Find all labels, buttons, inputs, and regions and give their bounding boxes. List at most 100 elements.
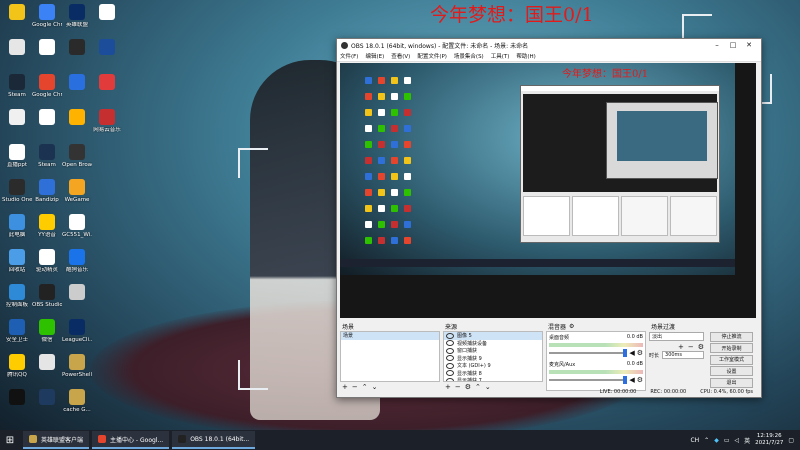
tray-shield-icon[interactable]: ◆ bbox=[714, 437, 719, 444]
speaker-icon[interactable]: ◀ bbox=[629, 349, 634, 357]
volume-slider[interactable] bbox=[549, 349, 628, 357]
desktop-icon[interactable]: Google Chrome bbox=[32, 72, 62, 110]
control-button[interactable]: 停止推流 bbox=[710, 331, 753, 342]
sources-list[interactable]: 图像 5 视频捕获设备 窗口捕获 显示捕获 9 文本 (GDI+) 9 显示捕获 8 显示捕… bbox=[443, 331, 543, 382]
desktop-icon[interactable] bbox=[32, 352, 62, 390]
visibility-eye-icon[interactable] bbox=[446, 340, 454, 347]
desktop-icon[interactable]: Steam bbox=[32, 142, 62, 180]
desktop-icon[interactable]: 安全卫士 bbox=[2, 317, 32, 355]
menu-item[interactable]: 查看(V) bbox=[391, 52, 410, 60]
desktop-icon[interactable] bbox=[2, 107, 32, 145]
close-icon[interactable]: ✕ bbox=[741, 41, 757, 49]
desktop-icon[interactable]: WeGame bbox=[62, 177, 92, 215]
desktop-icon[interactable] bbox=[32, 107, 62, 145]
desktop-icon[interactable] bbox=[92, 72, 122, 110]
source-item[interactable]: 显示捕获 9 bbox=[444, 355, 542, 363]
desktop-icon[interactable] bbox=[62, 72, 92, 110]
visibility-eye-icon[interactable] bbox=[446, 347, 454, 354]
desktop-icon[interactable] bbox=[2, 387, 32, 425]
desktop-icon[interactable]: 驱动精灵 bbox=[32, 247, 62, 285]
menu-item[interactable]: 编辑(E) bbox=[365, 52, 384, 60]
desktop-icon[interactable] bbox=[62, 282, 92, 320]
tray-network-icon[interactable]: ▭ bbox=[724, 437, 730, 444]
volume-knob[interactable] bbox=[623, 376, 628, 384]
desktop-icon[interactable]: 回收站 bbox=[2, 247, 32, 285]
channel-gear-icon[interactable]: ⚙ bbox=[637, 349, 643, 357]
mixer-gear-icon[interactable]: ⚙ bbox=[569, 323, 574, 330]
control-button[interactable]: 退出 bbox=[710, 377, 753, 388]
desktop-icon[interactable]: OBS Studio bbox=[32, 282, 62, 320]
control-button[interactable]: 工作室模式 bbox=[710, 354, 753, 365]
tray-lang[interactable]: CH bbox=[690, 437, 699, 444]
desktop-icon[interactable] bbox=[2, 2, 32, 40]
control-button[interactable]: 设置 bbox=[710, 366, 753, 376]
source-item[interactable]: 视频捕获设备 bbox=[444, 340, 542, 348]
desktop-icon[interactable]: PowerShell... bbox=[62, 352, 92, 390]
obs-titlebar[interactable]: OBS 18.0.1 (64bit, windows) - 配置文件: 未命名 … bbox=[337, 39, 761, 51]
desktop-icon[interactable]: 腾讯QQ bbox=[2, 352, 32, 390]
maximize-icon[interactable]: □ bbox=[725, 41, 741, 49]
taskbar-item[interactable]: 英雄联盟客户端 bbox=[23, 431, 90, 449]
desktop-icon[interactable] bbox=[32, 387, 62, 425]
windows-start-icon[interactable]: ⊞ bbox=[0, 430, 20, 450]
desktop-icon[interactable]: 英雄联盟 bbox=[62, 2, 92, 40]
obs-preview[interactable]: 今年梦想：国王0/1 bbox=[340, 63, 756, 318]
desktop-icon[interactable]: Google Chrome bbox=[32, 2, 62, 40]
transition-gear-icon[interactable]: ⚙ bbox=[698, 343, 704, 351]
menu-item[interactable]: 配置文件(P) bbox=[417, 52, 447, 60]
menu-item[interactable]: 场景集合(S) bbox=[454, 52, 484, 60]
desktop-icon[interactable] bbox=[62, 107, 92, 145]
tray-ime[interactable]: 英 bbox=[744, 436, 750, 445]
desktop-icon[interactable]: YY语音 bbox=[32, 212, 62, 250]
notification-icon[interactable]: ▢ bbox=[788, 437, 794, 444]
desktop-icon[interactable] bbox=[2, 37, 32, 75]
desktop-icon[interactable] bbox=[92, 37, 122, 75]
transition-select[interactable]: 淡出 bbox=[649, 332, 704, 341]
visibility-eye-icon[interactable] bbox=[446, 370, 454, 377]
desktop-icon[interactable]: Studio One bbox=[2, 177, 32, 215]
desktop-icon[interactable]: Open Broadcast... bbox=[62, 142, 92, 180]
desktop-icon[interactable]: Steam bbox=[2, 72, 32, 110]
speaker-icon[interactable]: ◀ bbox=[629, 376, 634, 384]
source-item[interactable]: 窗口捕获 bbox=[444, 347, 542, 355]
desktop-icon[interactable]: 直播ppt bbox=[2, 142, 32, 180]
source-item[interactable]: 图像 5 bbox=[444, 332, 542, 340]
scenes-list[interactable]: 场景 bbox=[340, 331, 440, 382]
desktop-icon[interactable]: Bandizip bbox=[32, 177, 62, 215]
tray-up-icon[interactable]: ⌃ bbox=[704, 437, 709, 444]
add-transition-button[interactable]: + bbox=[678, 343, 684, 351]
desktop-icon[interactable] bbox=[62, 37, 92, 75]
remove-transition-button[interactable]: − bbox=[688, 343, 694, 351]
volume-slider[interactable] bbox=[549, 376, 628, 384]
taskbar-item[interactable]: 主播中心 - Googl... bbox=[92, 431, 170, 449]
tray-volume-icon[interactable]: ◁ bbox=[734, 437, 739, 444]
visibility-eye-icon[interactable] bbox=[446, 362, 454, 369]
desktop-icon[interactable]: 酷狗音乐 bbox=[62, 247, 92, 285]
desktop-icon[interactable]: cache G... bbox=[62, 387, 92, 425]
clock[interactable]: 12:19:26 2021/7/27 bbox=[755, 433, 783, 447]
channel-gear-icon[interactable]: ⚙ bbox=[637, 376, 643, 384]
desktop-icon[interactable]: 此电脑 bbox=[2, 212, 32, 250]
obs-window[interactable]: OBS 18.0.1 (64bit, windows) - 配置文件: 未命名 … bbox=[336, 38, 762, 398]
volume-knob[interactable] bbox=[623, 349, 628, 357]
visibility-eye-icon[interactable] bbox=[446, 355, 454, 362]
taskbar-item[interactable]: OBS 18.0.1 (64bit... bbox=[172, 431, 256, 449]
desktop-icon[interactable] bbox=[32, 37, 62, 75]
desktop-icon[interactable]: 控制面板 bbox=[2, 282, 32, 320]
visibility-eye-icon[interactable] bbox=[446, 332, 454, 339]
menu-item[interactable]: 帮助(H) bbox=[516, 52, 535, 60]
preview-mini-icon bbox=[404, 125, 411, 132]
menu-item[interactable]: 工具(T) bbox=[491, 52, 510, 60]
desktop-icon[interactable]: 微信 bbox=[32, 317, 62, 355]
duration-input[interactable]: 300ms bbox=[662, 351, 704, 359]
control-button[interactable]: 开始录制 bbox=[710, 343, 753, 353]
desktop-icon[interactable]: LeagueCli... bbox=[62, 317, 92, 355]
source-item[interactable]: 文本 (GDI+) 9 bbox=[444, 362, 542, 370]
desktop-icon[interactable] bbox=[92, 2, 122, 40]
source-item[interactable]: 显示捕获 8 bbox=[444, 370, 542, 378]
desktop-icon[interactable]: 网易云音乐 bbox=[92, 107, 122, 145]
scene-item[interactable]: 场景 bbox=[341, 332, 439, 340]
desktop-icon[interactable]: GC551_Wi... bbox=[62, 212, 92, 250]
minimize-icon[interactable]: – bbox=[709, 41, 725, 49]
menu-item[interactable]: 文件(F) bbox=[340, 52, 358, 60]
